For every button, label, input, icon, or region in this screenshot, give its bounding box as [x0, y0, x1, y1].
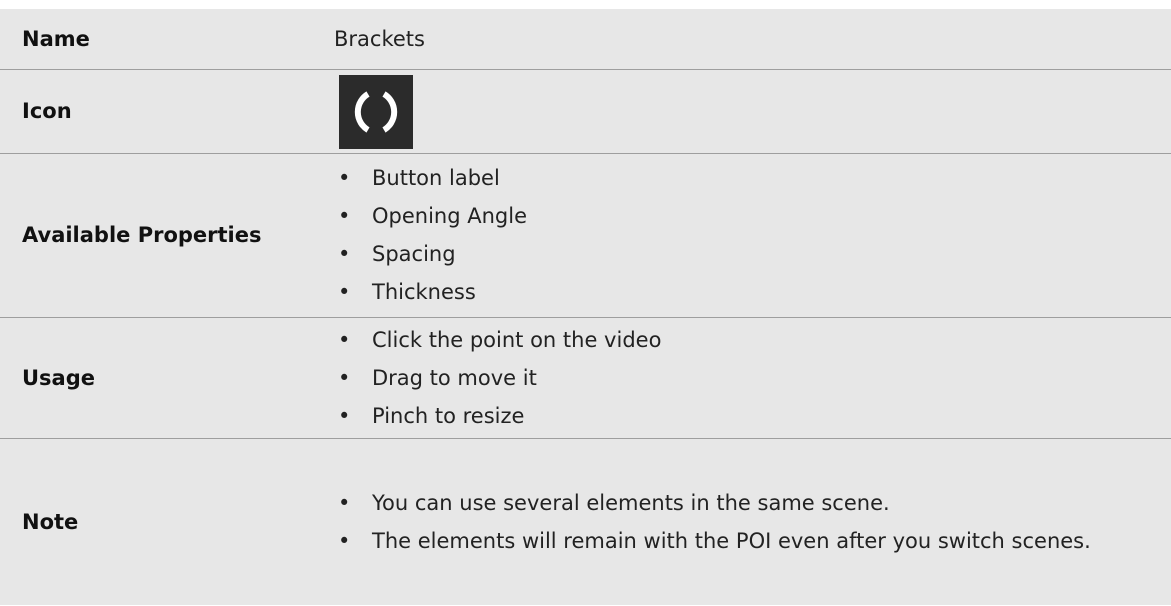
list-item: • Thickness: [334, 279, 1171, 306]
list-item-text: Drag to move it: [372, 365, 537, 390]
row-label-name: Name: [22, 26, 90, 51]
properties-cell: • Button label • Opening Angle • Spacing • T…: [334, 165, 1171, 306]
list-item-text: Button label: [372, 166, 500, 190]
brackets-icon-glyph: [354, 90, 398, 133]
bullet: •: [338, 365, 351, 390]
bullet: •: [338, 490, 351, 515]
list-item-text: Pinch to resize: [372, 403, 525, 428]
list-item: • Opening Angle: [334, 203, 1171, 230]
list-item-text: Thickness: [372, 280, 476, 304]
bullet: •: [338, 242, 351, 266]
row-label-usage: Usage: [22, 365, 95, 390]
list-item-text: Opening Angle: [372, 204, 527, 228]
row-usage: Usage • Click the point on the video • Dra…: [0, 318, 1171, 439]
usage-list: • Click the point on the video • Drag to m…: [334, 327, 1171, 430]
list-item-text: The elements will remain with the POI ev…: [372, 528, 1091, 553]
list-item: • Button label: [334, 165, 1171, 192]
brackets-property-table: Name Brackets Icon Available Properties …: [0, 9, 1171, 605]
row-name: Name Brackets: [0, 9, 1171, 70]
note-list: • You can use several elements in the sam…: [334, 490, 1171, 555]
row-available-properties: Available Properties • Button label • Open…: [0, 154, 1171, 318]
list-item: • You can use several elements in the sam…: [334, 490, 1171, 517]
note-cell: • You can use several elements in the sam…: [334, 490, 1171, 555]
list-item-text: Click the point on the video: [372, 327, 662, 352]
list-item: • Drag to move it: [334, 365, 1171, 392]
row-note: Note • You can use several elements in th…: [0, 439, 1171, 605]
bullet: •: [338, 403, 351, 428]
properties-list: • Button label • Opening Angle • Spacing • T…: [334, 165, 1171, 306]
row-label-note: Note: [22, 509, 79, 534]
list-item: • The elements will remain with the POI e…: [334, 528, 1171, 555]
bullet: •: [338, 327, 351, 352]
brackets-icon: [339, 74, 413, 149]
element-name-value: Brackets: [334, 26, 425, 51]
bullet: •: [338, 528, 351, 553]
icon-cell: [334, 74, 1171, 149]
row-label-icon: Icon: [22, 99, 72, 123]
bullet: •: [338, 280, 351, 304]
list-item: • Click the point on the video: [334, 327, 1171, 354]
bullet: •: [338, 166, 351, 190]
list-item: • Spacing: [334, 241, 1171, 268]
list-item-text: Spacing: [372, 242, 456, 266]
row-icon: Icon: [0, 70, 1171, 154]
usage-cell: • Click the point on the video • Drag to m…: [334, 327, 1171, 430]
bullet: •: [338, 204, 351, 228]
list-item-text: You can use several elements in the same…: [372, 490, 890, 515]
list-item: • Pinch to resize: [334, 403, 1171, 430]
row-label-available-properties: Available Properties: [22, 223, 262, 247]
